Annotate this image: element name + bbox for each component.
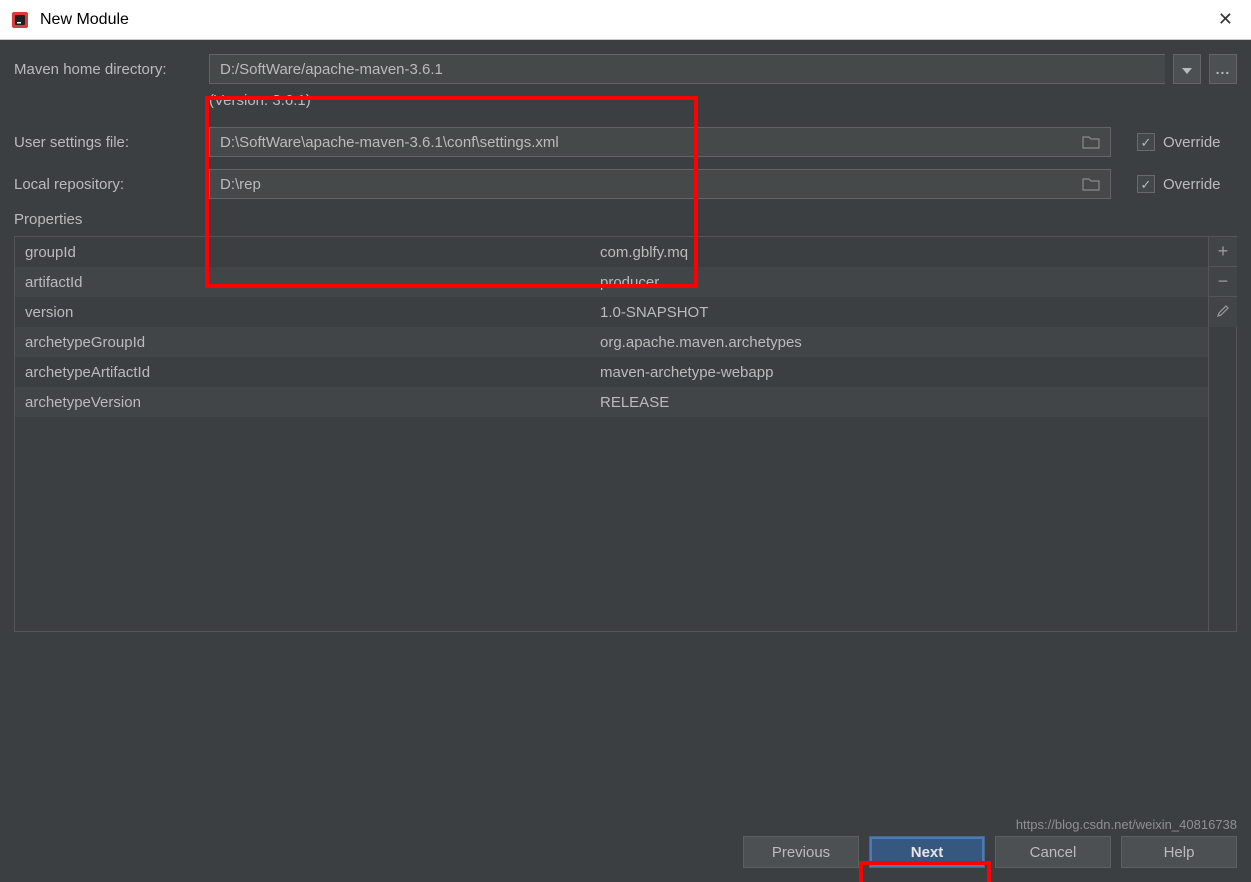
row-maven-home: Maven home directory: ... — [14, 54, 1237, 84]
folder-icon[interactable] — [1082, 177, 1104, 191]
help-button[interactable]: Help — [1121, 836, 1237, 868]
ellipsis-icon: ... — [1216, 61, 1231, 77]
property-value: maven-archetype-webapp — [600, 364, 1198, 381]
table-row[interactable]: archetypeVersionRELEASE — [15, 387, 1208, 417]
row-user-settings: User settings file: Override — [14, 127, 1237, 157]
table-row[interactable]: groupIdcom.gblfy.mq — [15, 237, 1208, 267]
close-icon[interactable]: ✕ — [1210, 5, 1241, 34]
local-repo-override-label: Override — [1163, 176, 1221, 193]
chevron-down-icon — [1182, 61, 1192, 77]
property-key: archetypeArtifactId — [25, 364, 600, 381]
window-title: New Module — [40, 11, 1210, 29]
property-value: 1.0-SNAPSHOT — [600, 304, 1198, 321]
user-settings-override-label: Override — [1163, 134, 1221, 151]
property-value: org.apache.maven.archetypes — [600, 334, 1198, 351]
next-button[interactable]: Next — [869, 836, 985, 868]
property-value: producer — [600, 274, 1198, 291]
label-maven-home: Maven home directory: — [14, 61, 209, 78]
property-key: groupId — [25, 244, 600, 261]
properties-area: groupIdcom.gblfy.mqartifactIdproducerver… — [14, 236, 1237, 632]
titlebar: New Module ✕ — [0, 0, 1251, 40]
maven-home-browse-button[interactable]: ... — [1209, 54, 1237, 84]
pencil-icon — [1216, 304, 1230, 321]
label-user-settings: User settings file: — [14, 134, 209, 151]
label-properties: Properties — [14, 211, 1237, 228]
table-row[interactable]: archetypeArtifactIdmaven-archetype-webap… — [15, 357, 1208, 387]
property-key: artifactId — [25, 274, 600, 291]
watermark-text: https://blog.csdn.net/weixin_40816738 — [1016, 817, 1237, 832]
table-row[interactable]: version1.0-SNAPSHOT — [15, 297, 1208, 327]
user-settings-override-wrap: Override — [1137, 133, 1237, 151]
property-key: archetypeGroupId — [25, 334, 600, 351]
property-value: com.gblfy.mq — [600, 244, 1198, 261]
next-button-label: Next — [911, 844, 944, 861]
table-row[interactable]: archetypeGroupIdorg.apache.maven.archety… — [15, 327, 1208, 357]
row-version: (Version: 3.6.1) — [14, 92, 1237, 109]
help-button-label: Help — [1164, 844, 1195, 861]
cancel-button[interactable]: Cancel — [995, 836, 1111, 868]
user-settings-input[interactable] — [210, 134, 1082, 151]
table-row[interactable]: artifactIdproducer — [15, 267, 1208, 297]
local-repo-input[interactable] — [210, 176, 1082, 193]
user-settings-field[interactable] — [209, 127, 1111, 157]
intellij-logo-icon — [10, 10, 30, 30]
maven-home-dropdown-button[interactable] — [1173, 54, 1201, 84]
edit-property-button[interactable] — [1209, 297, 1237, 327]
maven-home-combo[interactable] — [209, 54, 1165, 84]
folder-icon[interactable] — [1082, 135, 1104, 149]
local-repo-override-wrap: Override — [1137, 175, 1237, 193]
maven-home-input[interactable] — [210, 61, 1165, 78]
properties-tools — [1209, 236, 1237, 632]
remove-property-button[interactable] — [1209, 267, 1237, 297]
label-local-repo: Local repository: — [14, 176, 209, 193]
properties-table[interactable]: groupIdcom.gblfy.mqartifactIdproducerver… — [14, 236, 1209, 632]
property-key: version — [25, 304, 600, 321]
local-repo-override-checkbox[interactable] — [1137, 175, 1155, 193]
add-property-button[interactable] — [1209, 237, 1237, 267]
local-repo-field[interactable] — [209, 169, 1111, 199]
button-bar: Previous Next Cancel Help — [743, 836, 1237, 868]
previous-button[interactable]: Previous — [743, 836, 859, 868]
row-local-repo: Local repository: Override — [14, 169, 1237, 199]
user-settings-override-checkbox[interactable] — [1137, 133, 1155, 151]
property-value: RELEASE — [600, 394, 1198, 411]
cancel-button-label: Cancel — [1030, 844, 1077, 861]
previous-button-label: Previous — [772, 844, 830, 861]
property-key: archetypeVersion — [25, 394, 600, 411]
dialog-body: Maven home directory: ... (Version: 3.6.… — [0, 40, 1251, 882]
maven-version-text: (Version: 3.6.1) — [209, 92, 311, 109]
